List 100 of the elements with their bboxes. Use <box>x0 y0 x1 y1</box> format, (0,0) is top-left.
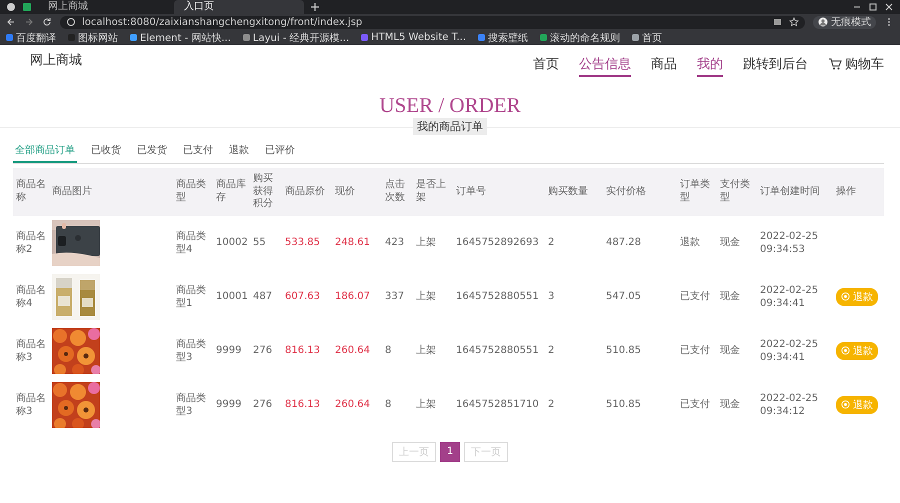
close-icon[interactable] <box>884 2 894 12</box>
table-cell: 1645752892693 <box>453 216 545 270</box>
table-cell-text: 现金 <box>719 398 741 412</box>
star-icon[interactable] <box>789 17 799 27</box>
column-header: 商品图片 <box>49 168 173 216</box>
page-title: USER / ORDER <box>379 93 521 118</box>
table-cell-text: 10001 <box>215 290 249 304</box>
table-cell: 55 <box>250 216 282 270</box>
nav-link[interactable]: 跳转到后台 <box>743 53 808 77</box>
table-cell: 423 <box>382 216 413 270</box>
column-header: 商品原价 <box>282 168 332 216</box>
table-cell-text: 9999 <box>215 344 242 358</box>
column-header: 商品类型 <box>173 168 213 216</box>
table-cell-text: 8 <box>384 344 392 358</box>
forward-icon[interactable] <box>24 17 34 27</box>
table-cell-text: 上架 <box>415 290 437 304</box>
table-cell-text: 2 <box>547 398 556 412</box>
table-cell-text: 2022-02-25 09:34:12 <box>759 392 820 418</box>
cart-icon <box>828 57 842 71</box>
address-bar[interactable]: localhost:8080/zaixianshangchengxitong/front/index.jsp <box>60 16 805 28</box>
table-cell: 487.28 <box>603 216 677 270</box>
order-tab[interactable]: 已评价 <box>263 140 297 163</box>
column-header: 操作 <box>833 168 884 216</box>
browser-tab[interactable]: 网上商城 <box>38 0 168 14</box>
bookmark[interactable]: 搜索壁纸 <box>478 30 528 44</box>
table-cell-text: 260.64 <box>334 398 371 412</box>
nav-link[interactable]: 首页 <box>533 53 559 77</box>
reload-icon[interactable] <box>42 17 52 27</box>
bookmark[interactable]: Layui - 经典开源模... <box>242 30 350 44</box>
bookmark[interactable]: 滚动的命名规则 <box>540 30 620 44</box>
new-tab-icon[interactable] <box>310 2 320 12</box>
nav-link[interactable]: 商品 <box>651 53 677 77</box>
bookmark[interactable]: HTML5 Website T... <box>361 32 466 43</box>
table-cell-text: 3 <box>547 290 556 304</box>
order-tab[interactable]: 退款 <box>227 140 251 163</box>
maximize-icon[interactable] <box>868 2 878 12</box>
table-cell-text: 商品类型1 <box>175 284 207 310</box>
table-cell-text: 1645752851710 <box>455 398 540 412</box>
nav-link[interactable]: 公告信息 <box>579 53 631 77</box>
table-cell-text: 816.13 <box>284 398 321 412</box>
back-icon[interactable] <box>6 17 16 27</box>
column-header: 点击次数 <box>382 168 413 216</box>
bookmark[interactable]: 首页 <box>632 30 662 44</box>
bookmark[interactable]: Element - 网站快... <box>130 30 231 44</box>
circle-icon <box>841 346 850 355</box>
table-cell-text: 510.85 <box>605 398 642 412</box>
table-cell-text: 510.85 <box>605 344 642 358</box>
app-icon[interactable] <box>22 2 32 12</box>
table-cell-text: 547.05 <box>605 290 642 304</box>
order-tab[interactable]: 已收货 <box>89 140 123 163</box>
table-cell-text: 现金 <box>719 290 741 304</box>
page-subtitle: 我的商品订单 <box>413 118 487 135</box>
table-cell-text: 商品名称3 <box>15 392 47 418</box>
table-cell-text: 487 <box>252 290 274 304</box>
avatar-icon <box>818 17 828 27</box>
table-cell-text: 已支付 <box>679 344 711 358</box>
column-header: 是否上架 <box>413 168 453 216</box>
table-cell-text: 276 <box>252 344 274 358</box>
circle-icon <box>841 292 850 301</box>
page-button[interactable]: 1 <box>440 442 460 462</box>
table-cell-text: 337 <box>384 290 406 304</box>
table-cell-text: 8 <box>384 398 392 412</box>
table-cell-text: 已支付 <box>679 398 711 412</box>
table-cell-text: 现金 <box>719 344 741 358</box>
profile-button[interactable]: 无痕模式 <box>813 16 876 28</box>
column-header: 支付类型 <box>717 168 757 216</box>
table-cell-text: 2 <box>547 344 556 358</box>
table-cell: 2 <box>545 216 603 270</box>
bookmark[interactable]: 图标网站 <box>68 30 118 44</box>
nav-link[interactable]: 购物车 <box>828 53 884 77</box>
table-cell: 现金 <box>717 216 757 270</box>
column-header: 订单号 <box>453 168 545 216</box>
column-header: 现价 <box>332 168 382 216</box>
circle-icon <box>841 400 850 409</box>
bookmark[interactable]: 百度翻译 <box>6 30 56 44</box>
column-header: 购买获得积分 <box>250 168 282 216</box>
table-cell-text: 上架 <box>415 398 437 412</box>
table-cell-text: 商品名称4 <box>15 284 47 310</box>
info-icon <box>66 17 76 27</box>
table-cell: 10002 <box>213 216 250 270</box>
table-cell: 上架 <box>413 216 453 270</box>
column-header: 订单类型 <box>677 168 717 216</box>
nav-link[interactable]: 我的 <box>697 53 723 77</box>
table-cell-text: 186.07 <box>334 290 371 304</box>
column-header: 购买数量 <box>545 168 603 216</box>
table-cell-text: 商品名称3 <box>15 338 47 364</box>
column-header: 商品库存 <box>213 168 250 216</box>
browser-tab[interactable]: 入口页 <box>174 0 304 14</box>
table-cell-text: 2022-02-25 09:34:41 <box>759 338 820 364</box>
order-tab[interactable]: 已支付 <box>181 140 215 163</box>
table-cell: 商品类型4 <box>173 216 213 270</box>
table-cell: 248.61 <box>332 216 382 270</box>
table-cell-text: 607.63 <box>284 290 321 304</box>
column-header: 实付价格 <box>603 168 677 216</box>
table-cell-text: 1645752880551 <box>455 290 540 304</box>
table-cell-text: 上架 <box>415 344 437 358</box>
table-cell-text: 9999 <box>215 398 242 412</box>
order-tab[interactable]: 已发货 <box>135 140 169 163</box>
column-header: 商品名称 <box>13 168 49 216</box>
site-logo: 网上商城 <box>30 52 82 69</box>
